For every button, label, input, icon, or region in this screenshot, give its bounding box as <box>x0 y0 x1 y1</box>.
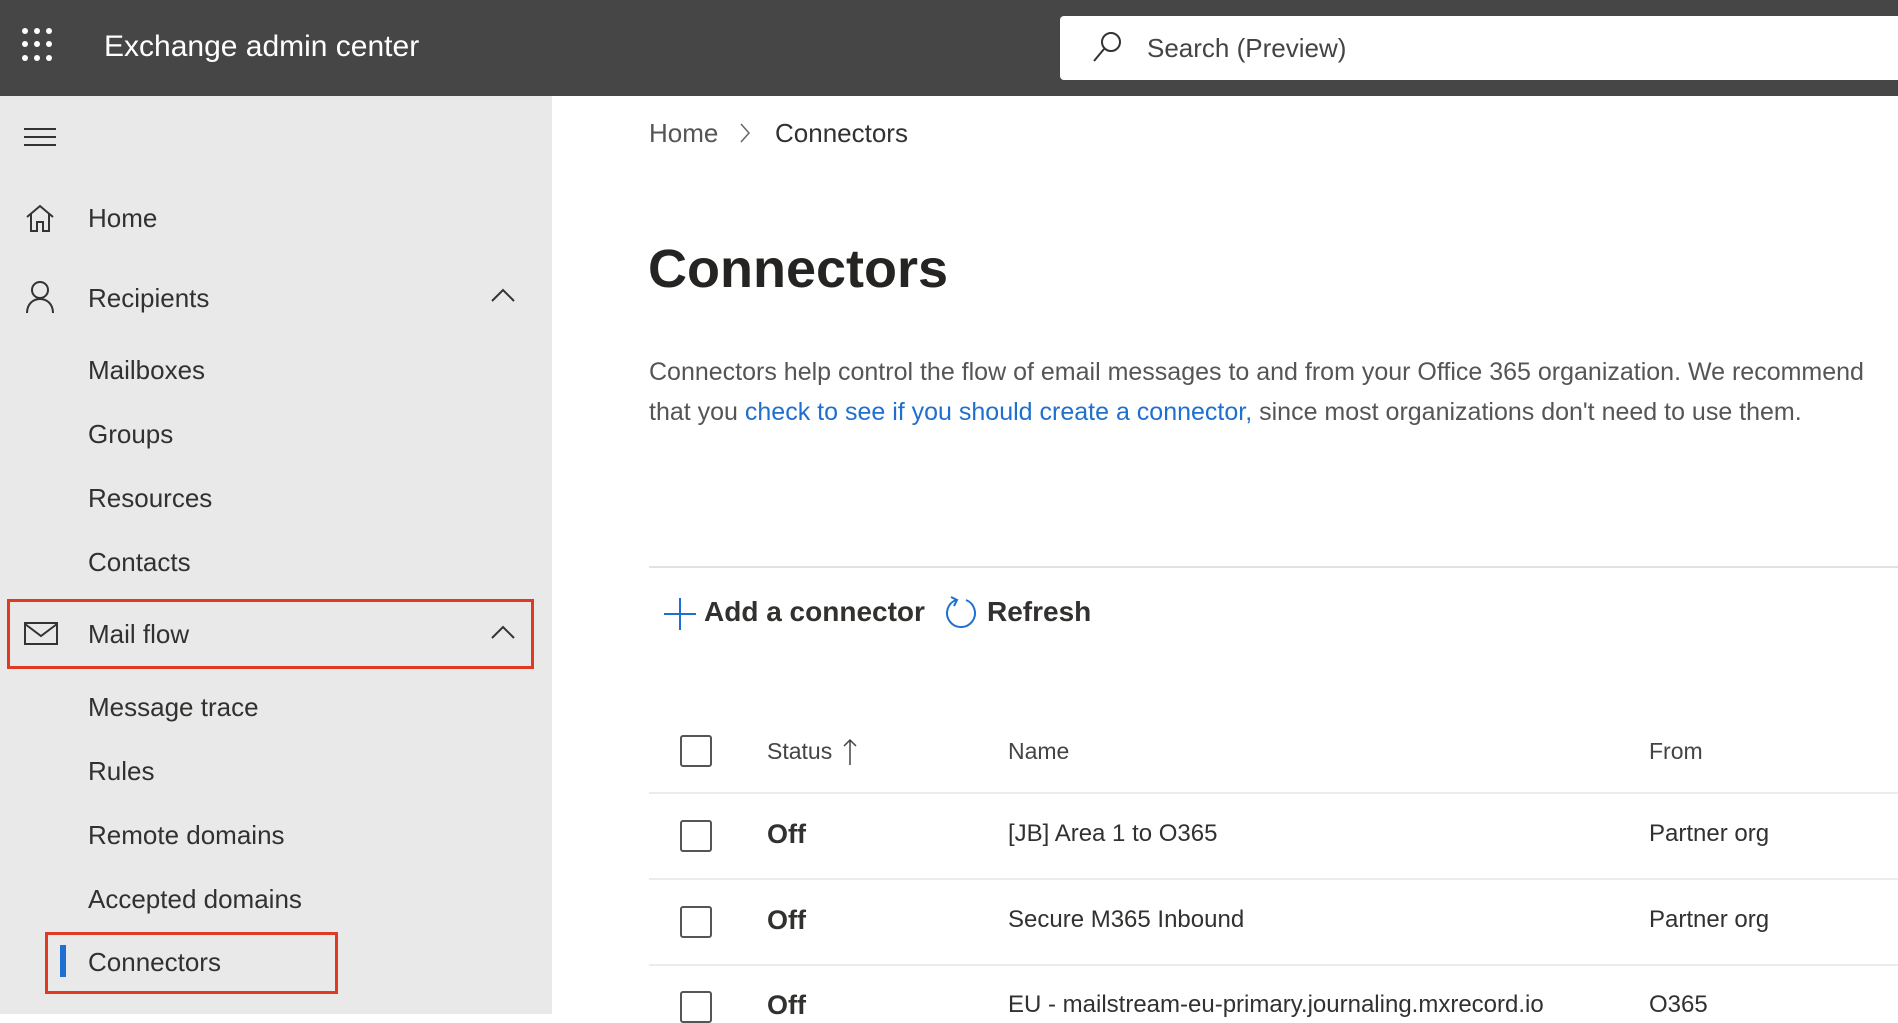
page-title: Connectors <box>648 239 949 299</box>
sort-ascending-icon[interactable] <box>843 738 857 766</box>
name-cell[interactable]: [JB] Area 1 to O365 <box>1008 820 1217 848</box>
plus-icon <box>664 598 696 630</box>
row-checkbox[interactable] <box>680 906 712 938</box>
hamburger-icon[interactable] <box>24 127 58 147</box>
column-header-name[interactable]: Name <box>1008 738 1069 765</box>
status-cell: Off <box>767 819 806 849</box>
chevron-up-icon[interactable] <box>490 624 516 640</box>
search-placeholder: Search (Preview) <box>1147 33 1347 63</box>
from-cell: O365 <box>1649 991 1708 1018</box>
sidebar <box>0 96 552 1014</box>
sidebar-item-accepted-domains[interactable]: Accepted domains <box>88 884 302 914</box>
sidebar-item-groups[interactable]: Groups <box>88 419 173 449</box>
home-icon <box>26 204 54 232</box>
chevron-up-icon[interactable] <box>490 287 516 303</box>
selected-indicator <box>60 945 66 977</box>
breadcrumb-home[interactable]: Home <box>649 118 718 149</box>
refresh-icon <box>946 596 976 628</box>
top-bar: Exchange admin center Search (Preview) <box>0 0 1898 96</box>
sidebar-item-home[interactable]: Home <box>88 203 157 233</box>
name-cell[interactable]: Secure M365 Inbound <box>1008 906 1244 934</box>
sidebar-item-mail-flow[interactable]: Mail flow <box>88 619 189 649</box>
status-cell: Off <box>767 905 806 935</box>
sidebar-item-resources[interactable]: Resources <box>88 483 212 513</box>
divider <box>649 566 1898 568</box>
sidebar-item-mailboxes[interactable]: Mailboxes <box>88 355 205 385</box>
search-icon <box>1093 32 1121 62</box>
sidebar-item-contacts[interactable]: Contacts <box>88 547 191 577</box>
sidebar-item-recipients[interactable]: Recipients <box>88 283 209 313</box>
row-divider <box>649 964 1898 966</box>
row-divider <box>649 792 1898 794</box>
row-checkbox[interactable] <box>680 820 712 852</box>
search-input[interactable]: Search (Preview) <box>1060 16 1898 80</box>
sidebar-item-remote-domains[interactable]: Remote domains <box>88 820 285 850</box>
chevron-right-icon <box>740 123 751 143</box>
column-header-from[interactable]: From <box>1649 738 1703 765</box>
row-divider <box>649 878 1898 880</box>
status-cell: Off <box>767 990 806 1020</box>
name-cell[interactable]: EU - mailstream-eu-primary.journaling.mx… <box>1008 991 1544 1019</box>
row-checkbox[interactable] <box>680 991 712 1023</box>
sidebar-item-rules[interactable]: Rules <box>88 756 154 786</box>
from-cell: Partner org <box>1649 820 1770 847</box>
app-launcher-icon[interactable] <box>22 28 56 62</box>
from-cell: Partner org <box>1649 906 1770 933</box>
page-description: Connectors help control the flow of emai… <box>649 352 1879 432</box>
create-connector-link[interactable]: check to see if you should create a conn… <box>745 398 1252 426</box>
select-all-checkbox[interactable] <box>680 735 712 767</box>
sidebar-item-connectors[interactable]: Connectors <box>88 947 221 977</box>
column-header-status[interactable]: Status <box>767 738 832 765</box>
app-title: Exchange admin center <box>104 30 420 63</box>
mail-icon <box>24 622 58 645</box>
person-icon <box>26 281 54 314</box>
breadcrumb-current: Connectors <box>775 118 908 148</box>
refresh-button[interactable]: Refresh <box>987 596 1091 628</box>
sidebar-item-message-trace[interactable]: Message trace <box>88 692 259 722</box>
description-text: since most organizations don't need to u… <box>1252 398 1802 426</box>
highlight-mail-flow <box>7 599 534 669</box>
add-connector-button[interactable]: Add a connector <box>704 596 925 628</box>
